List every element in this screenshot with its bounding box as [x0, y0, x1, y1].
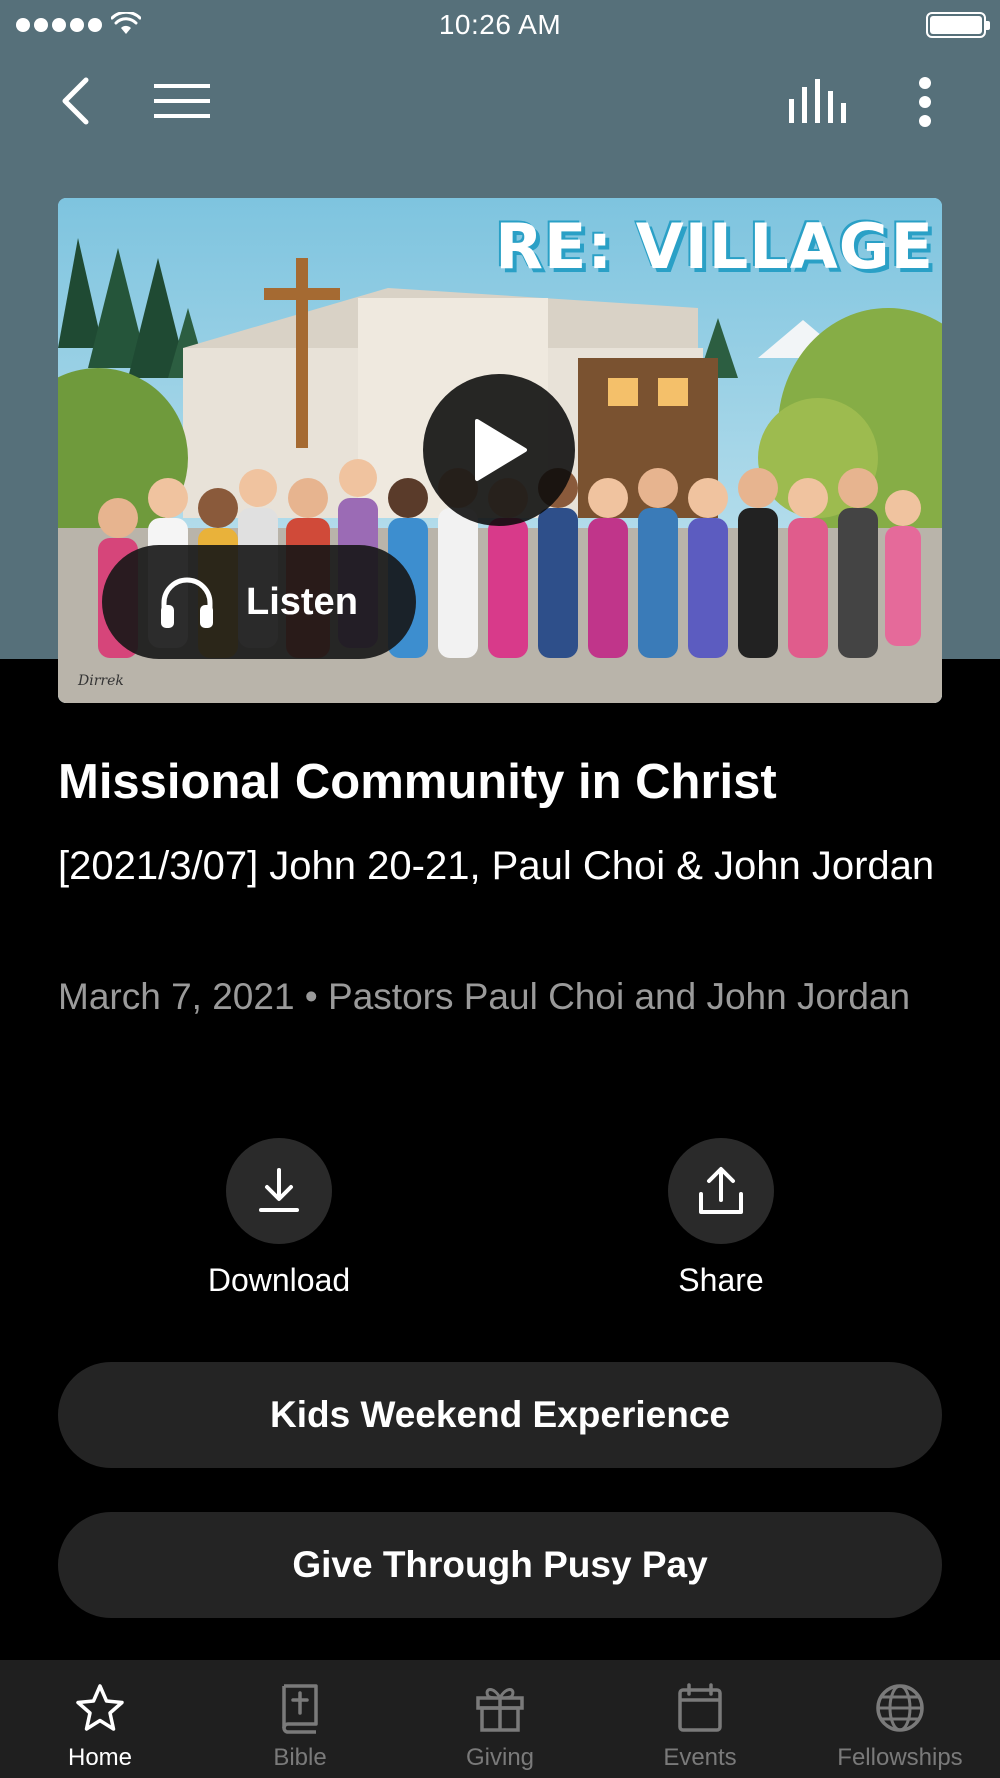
- hamburger-menu-icon: [154, 84, 210, 118]
- sermon-subtitle: [2021/3/07] John 20-21, Paul Choi & John…: [58, 844, 935, 888]
- tab-label: Events: [663, 1744, 737, 1771]
- tab-fellowships[interactable]: Fellowships: [800, 1660, 1000, 1778]
- battery-icon: [926, 12, 990, 38]
- share-circle[interactable]: [668, 1138, 774, 1244]
- star-icon: [76, 1684, 124, 1731]
- more-vertical-icon: [919, 77, 931, 127]
- sermon-meta: March 7, 2021 • Pastors Paul Choi and Jo…: [58, 976, 911, 1017]
- play-button[interactable]: [423, 374, 575, 526]
- audio-bars-icon: [789, 79, 846, 123]
- back-button[interactable]: [50, 74, 100, 128]
- menu-button[interactable]: [150, 76, 214, 126]
- bible-icon: [282, 1684, 318, 1734]
- download-circle[interactable]: [226, 1138, 332, 1244]
- tab-giving[interactable]: Giving: [400, 1660, 600, 1778]
- listen-label: Listen: [246, 580, 358, 623]
- artwork-title: RE: VILLAGE: [495, 210, 934, 283]
- tab-home[interactable]: Home: [0, 1660, 200, 1778]
- gift-icon: [476, 1688, 524, 1732]
- share-icon: [699, 1167, 743, 1214]
- artist-signature: Dirrek: [78, 673, 124, 689]
- globe-icon: [876, 1684, 924, 1732]
- sermon-title: Missional Community in Christ: [58, 755, 777, 809]
- status-bar: 10:26 AM: [0, 0, 1000, 50]
- listen-button[interactable]: Listen: [102, 545, 416, 659]
- share-label: Share: [678, 1262, 764, 1298]
- audio-button[interactable]: [782, 74, 854, 128]
- calendar-icon: [678, 1683, 722, 1732]
- headphones-icon: [161, 577, 213, 628]
- play-icon: [475, 419, 527, 481]
- more-options-button[interactable]: [905, 74, 945, 130]
- download-label: Download: [207, 1262, 351, 1298]
- kids-weekend-experience-button[interactable]: Kids Weekend Experience: [58, 1362, 942, 1468]
- chevron-left-icon: [62, 77, 89, 125]
- tab-label: Giving: [465, 1744, 535, 1771]
- tab-label: Fellowships: [837, 1744, 963, 1771]
- tab-bible[interactable]: Bible: [200, 1660, 400, 1778]
- tab-label: Bible: [273, 1744, 327, 1771]
- give-through-pusy-pay-button[interactable]: Give Through Pusy Pay: [58, 1512, 942, 1618]
- share-button[interactable]: Share: [611, 1138, 831, 1299]
- download-icon: [259, 1168, 299, 1212]
- tab-bar: Home Bible Giving Events Fellowships: [0, 1660, 1000, 1778]
- tab-label: Home: [67, 1744, 133, 1771]
- tab-events[interactable]: Events: [600, 1660, 800, 1778]
- status-time: 10:26 AM: [438, 9, 562, 40]
- download-button[interactable]: Download: [169, 1138, 389, 1299]
